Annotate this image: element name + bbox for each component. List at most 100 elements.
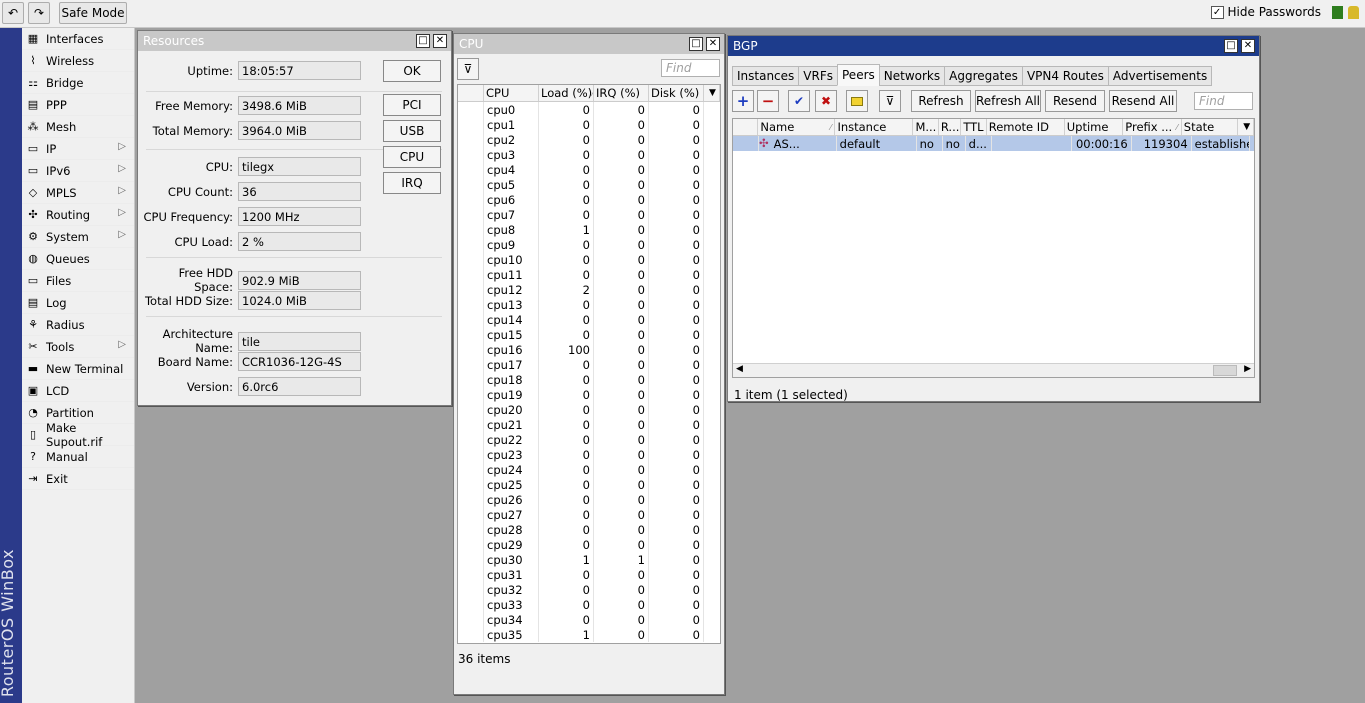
sidebar-item-ppp[interactable]: ▤ PPP bbox=[22, 94, 134, 116]
table-row[interactable]: cpu27 0 0 0 bbox=[458, 507, 720, 522]
sidebar-item-log[interactable]: ▤ Log bbox=[22, 292, 134, 314]
column-header[interactable]: IRQ (%) bbox=[594, 85, 649, 101]
table-row[interactable]: cpu22 0 0 0 bbox=[458, 432, 720, 447]
scrollbar-thumb[interactable] bbox=[1213, 365, 1237, 376]
table-row[interactable]: cpu20 0 0 0 bbox=[458, 402, 720, 417]
table-row[interactable]: cpu30 1 1 0 bbox=[458, 552, 720, 567]
resend-all-button[interactable]: Resend All bbox=[1109, 90, 1177, 112]
table-row[interactable]: cpu8 1 0 0 bbox=[458, 222, 720, 237]
column-header[interactable]: Load (%) ⁄ bbox=[539, 85, 594, 101]
bgp-titlebar[interactable]: BGP □ ✕ bbox=[728, 36, 1259, 56]
tab-peers[interactable]: Peers bbox=[837, 64, 880, 86]
cpu-find-input[interactable]: Find bbox=[661, 59, 720, 77]
table-row[interactable]: cpu5 0 0 0 bbox=[458, 177, 720, 192]
scroll-left-icon[interactable]: ◀ bbox=[736, 364, 743, 374]
column-header[interactable]: Name ⁄ bbox=[758, 119, 836, 135]
table-row[interactable]: cpu21 0 0 0 bbox=[458, 417, 720, 432]
sidebar-item-bridge[interactable]: ⚏ Bridge bbox=[22, 72, 134, 94]
enable-button[interactable]: ✔ bbox=[788, 90, 810, 112]
table-row[interactable]: ✣ AS... default no no d... 00:00:16 119304 estab… bbox=[733, 136, 1254, 151]
sidebar-item-new-terminal[interactable]: ▬ New Terminal bbox=[22, 358, 134, 380]
close-icon[interactable]: ✕ bbox=[1241, 39, 1255, 53]
remove-button[interactable]: − bbox=[757, 90, 779, 112]
table-row[interactable]: cpu31 0 0 0 bbox=[458, 567, 720, 582]
table-row[interactable]: cpu17 0 0 0 bbox=[458, 357, 720, 372]
column-header[interactable]: CPU bbox=[484, 85, 539, 101]
table-row[interactable]: cpu2 0 0 0 bbox=[458, 132, 720, 147]
column-chooser-icon[interactable]: ▼ bbox=[704, 85, 720, 101]
table-row[interactable]: cpu29 0 0 0 bbox=[458, 537, 720, 552]
table-row[interactable]: cpu34 0 0 0 bbox=[458, 612, 720, 627]
table-row[interactable]: cpu13 0 0 0 bbox=[458, 297, 720, 312]
sidebar-item-ip[interactable]: ▭ IP ▷ bbox=[22, 138, 134, 160]
table-row[interactable]: cpu12 2 0 0 bbox=[458, 282, 720, 297]
table-row[interactable]: cpu16 100 0 0 bbox=[458, 342, 720, 357]
table-row[interactable]: cpu0 0 0 0 bbox=[458, 102, 720, 117]
sidebar-item-queues[interactable]: ◍ Queues bbox=[22, 248, 134, 270]
hide-passwords[interactable]: ✓ Hide Passwords bbox=[1210, 5, 1321, 19]
sidebar-item-mesh[interactable]: ⁂ Mesh bbox=[22, 116, 134, 138]
table-row[interactable]: cpu3 0 0 0 bbox=[458, 147, 720, 162]
add-button[interactable]: + bbox=[732, 90, 754, 112]
comment-button[interactable] bbox=[846, 90, 868, 112]
safe-mode-button[interactable]: Safe Mode bbox=[59, 2, 127, 24]
sidebar-item-interfaces[interactable]: ▦ Interfaces bbox=[22, 28, 134, 50]
table-row[interactable]: cpu1 0 0 0 bbox=[458, 117, 720, 132]
table-row[interactable]: cpu25 0 0 0 bbox=[458, 477, 720, 492]
pci-button[interactable]: PCI bbox=[383, 94, 441, 116]
column-header[interactable]: TTL bbox=[961, 119, 987, 135]
close-icon[interactable]: ✕ bbox=[706, 37, 720, 51]
disable-button[interactable]: ✖ bbox=[815, 90, 837, 112]
column-header[interactable]: R... bbox=[939, 119, 962, 135]
column-header[interactable]: Disk (%) bbox=[649, 85, 704, 101]
sidebar-item-routing[interactable]: ✣ Routing ▷ bbox=[22, 204, 134, 226]
table-row[interactable]: cpu10 0 0 0 bbox=[458, 252, 720, 267]
scroll-right-icon[interactable]: ▶ bbox=[1244, 364, 1251, 374]
cpu-titlebar[interactable]: CPU □ ✕ bbox=[454, 34, 724, 54]
sidebar-item-make-supout-rif[interactable]: ▯ Make Supout.rif bbox=[22, 421, 134, 449]
table-row[interactable]: cpu4 0 0 0 bbox=[458, 162, 720, 177]
sidebar-item-exit[interactable]: ⇥ Exit bbox=[22, 468, 134, 490]
table-row[interactable]: cpu23 0 0 0 bbox=[458, 447, 720, 462]
table-row[interactable]: cpu28 0 0 0 bbox=[458, 522, 720, 537]
table-row[interactable]: cpu24 0 0 0 bbox=[458, 462, 720, 477]
sidebar-item-files[interactable]: ▭ Files bbox=[22, 270, 134, 292]
filter-button[interactable]: ⊽ bbox=[879, 90, 901, 112]
irq-button[interactable]: IRQ bbox=[383, 172, 441, 194]
resources-titlebar[interactable]: Resources □ ✕ bbox=[138, 31, 451, 51]
sidebar-item-manual[interactable]: ? Manual bbox=[22, 446, 134, 468]
sidebar-item-ipv6[interactable]: ▭ IPv6 ▷ bbox=[22, 160, 134, 182]
table-row[interactable]: cpu35 1 0 0 bbox=[458, 627, 720, 642]
table-row[interactable]: cpu7 0 0 0 bbox=[458, 207, 720, 222]
column-header[interactable]: Remote ID bbox=[987, 119, 1065, 135]
maximize-icon[interactable]: □ bbox=[416, 34, 430, 48]
tab-aggregates[interactable]: Aggregates bbox=[944, 66, 1023, 86]
sidebar-item-tools[interactable]: ✂ Tools ▷ bbox=[22, 336, 134, 358]
horizontal-scrollbar[interactable]: ◀ ▶ bbox=[733, 363, 1254, 377]
usb-button[interactable]: USB bbox=[383, 120, 441, 142]
column-header[interactable]: Instance bbox=[835, 119, 914, 135]
redo-button[interactable]: ↷ bbox=[28, 2, 50, 24]
table-row[interactable]: cpu14 0 0 0 bbox=[458, 312, 720, 327]
ok-button[interactable]: OK bbox=[383, 60, 441, 82]
table-row[interactable]: cpu15 0 0 0 bbox=[458, 327, 720, 342]
maximize-icon[interactable]: □ bbox=[1224, 39, 1238, 53]
column-chooser-icon[interactable]: ▼ bbox=[1238, 119, 1254, 135]
column-header[interactable]: M... bbox=[913, 119, 939, 135]
maximize-icon[interactable]: □ bbox=[689, 37, 703, 51]
column-header[interactable]: State bbox=[1182, 119, 1239, 135]
table-row[interactable]: cpu11 0 0 0 bbox=[458, 267, 720, 282]
sidebar-item-radius[interactable]: ⚘ Radius bbox=[22, 314, 134, 336]
cpu-button[interactable]: CPU bbox=[383, 146, 441, 168]
refresh-all-button[interactable]: Refresh All bbox=[975, 90, 1041, 112]
tab-advertisements[interactable]: Advertisements bbox=[1107, 66, 1213, 86]
bgp-find-input[interactable]: Find bbox=[1194, 92, 1253, 110]
table-row[interactable]: cpu18 0 0 0 bbox=[458, 372, 720, 387]
column-header[interactable]: Prefix ... ⁄ bbox=[1123, 119, 1182, 135]
sidebar-item-wireless[interactable]: ⌇ Wireless bbox=[22, 50, 134, 72]
resend-button[interactable]: Resend bbox=[1045, 90, 1105, 112]
refresh-button[interactable]: Refresh bbox=[911, 90, 971, 112]
filter-button[interactable]: ⊽ bbox=[457, 58, 479, 80]
table-row[interactable]: cpu9 0 0 0 bbox=[458, 237, 720, 252]
hide-passwords-checkbox[interactable]: ✓ bbox=[1210, 5, 1224, 19]
